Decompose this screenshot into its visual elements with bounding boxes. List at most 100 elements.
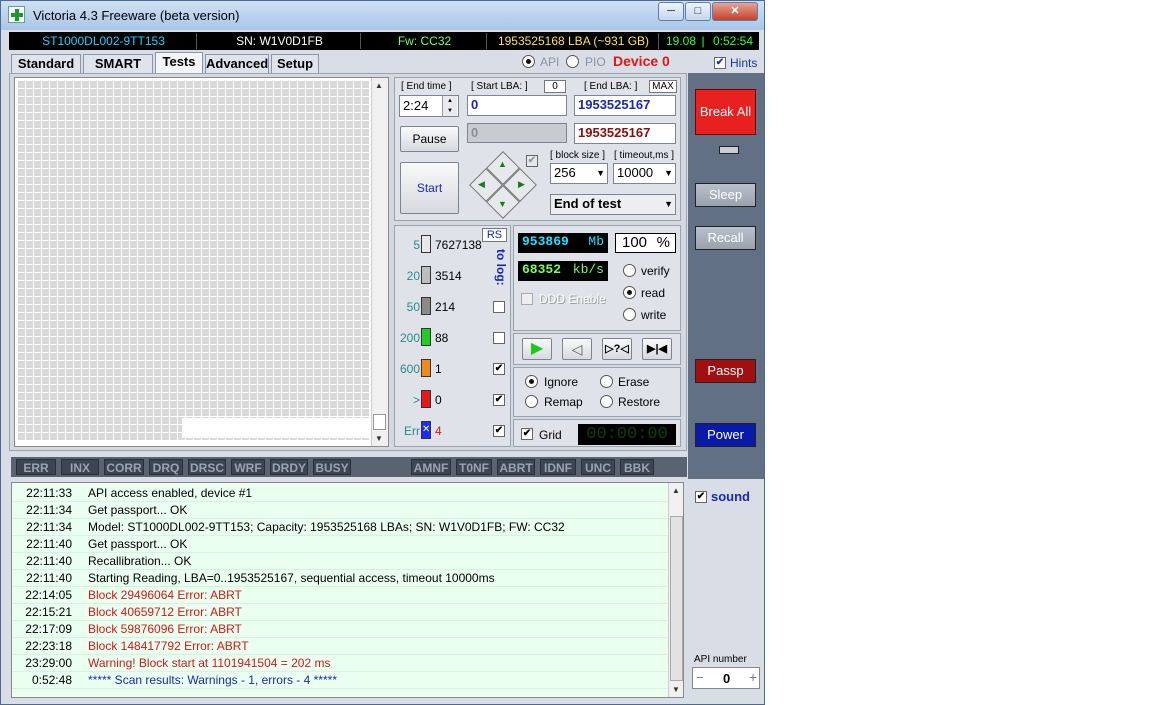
grid-checkbox[interactable]: ✔ bbox=[521, 428, 533, 440]
counter-log-checkbox[interactable]: ✔ bbox=[493, 394, 505, 406]
tab-tests[interactable]: Tests bbox=[155, 52, 203, 73]
log-message: Get passport... OK bbox=[88, 503, 188, 517]
log-time: 23:29:00 bbox=[25, 656, 72, 670]
counter-threshold: 20 bbox=[406, 269, 420, 283]
status-flag-idnf: IDNF bbox=[540, 459, 576, 475]
break-all-button[interactable]: Break All bbox=[695, 89, 756, 135]
counter-log-checkbox[interactable] bbox=[493, 332, 505, 344]
tab-advanced[interactable]: Advanced bbox=[205, 54, 269, 73]
scroll-up-icon[interactable]: ▲ bbox=[375, 81, 383, 90]
restore-radio[interactable] bbox=[600, 395, 613, 408]
status-flag-t0nf: T0NF bbox=[456, 459, 492, 475]
start-lba-field[interactable]: 0 bbox=[467, 95, 567, 116]
butterfly-button[interactable]: ▶|◀ bbox=[642, 338, 672, 360]
timeout-select[interactable]: 10000 ▼ bbox=[613, 163, 676, 184]
minimize-button[interactable]: ─ bbox=[658, 2, 684, 21]
passp-button[interactable]: Passp bbox=[695, 359, 756, 383]
play-forward-button[interactable]: ▶ bbox=[522, 338, 552, 360]
log-scroll-thumb[interactable] bbox=[670, 516, 683, 681]
hints-checkbox[interactable]: ✔ bbox=[714, 57, 726, 69]
tab-standard[interactable]: Standard bbox=[11, 54, 81, 73]
api-radio[interactable] bbox=[522, 55, 535, 68]
counter-log-checkbox[interactable]: ✔ bbox=[493, 425, 505, 437]
window-title: Victoria 4.3 Freeware (beta version) bbox=[33, 8, 240, 23]
remap-radio[interactable] bbox=[525, 395, 538, 408]
close-button[interactable]: ✕ bbox=[712, 2, 758, 21]
log-entry: 22:11:40 Get passport... OK bbox=[12, 536, 668, 553]
play-backward-button[interactable]: ◁ bbox=[562, 338, 592, 360]
log-entry: 22:17:09 Block 59876096 Error: ABRT bbox=[12, 621, 668, 638]
recall-button[interactable]: Recall bbox=[695, 226, 756, 250]
reset-counters-button[interactable]: RS bbox=[482, 228, 507, 242]
plus-icon[interactable]: + bbox=[749, 669, 757, 685]
maximize-button[interactable]: □ bbox=[685, 2, 711, 21]
end-time-spinner[interactable]: ▲ ▼ bbox=[442, 96, 457, 116]
pio-radio[interactable] bbox=[566, 55, 579, 68]
activity-indicator bbox=[719, 146, 739, 154]
action-panel bbox=[513, 367, 681, 417]
surface-map-scrollbar[interactable]: ▲ ▼ bbox=[371, 78, 388, 446]
log-time: 22:14:05 bbox=[25, 588, 72, 602]
end-action-select[interactable]: End of test ▼ bbox=[550, 194, 676, 215]
status-flag-bbk: BBK bbox=[620, 459, 654, 475]
start-lba-zero-button[interactable]: 0 bbox=[544, 80, 566, 93]
log-entry: 22:15:21 Block 40659712 Error: ABRT bbox=[12, 604, 668, 621]
to-log-label: to log: bbox=[494, 249, 508, 286]
end-lba-max-button[interactable]: MAX bbox=[649, 80, 677, 93]
block-size-select[interactable]: 256 ▼ bbox=[550, 163, 608, 184]
current-lba-field: 0 bbox=[467, 123, 567, 143]
arrow-down-icon: ▼ bbox=[498, 199, 507, 209]
ignore-radio[interactable] bbox=[525, 375, 538, 388]
chevron-down-icon: ▼ bbox=[664, 199, 673, 209]
log-message: Block 148417792 Error: ABRT bbox=[88, 639, 249, 653]
minus-icon[interactable]: − bbox=[696, 670, 704, 685]
elapsed-timer: 00:00:00 bbox=[578, 424, 676, 445]
counter-log-checkbox[interactable] bbox=[493, 301, 505, 313]
end-lba-field[interactable]: 1953525167 bbox=[574, 95, 676, 116]
log-time: 0:52:48 bbox=[31, 673, 72, 687]
verify-radio[interactable] bbox=[623, 264, 636, 277]
counter-log-checkbox[interactable]: ✔ bbox=[493, 363, 505, 375]
dpad-checkbox[interactable]: ✔ bbox=[526, 155, 538, 167]
counter-threshold: > bbox=[412, 393, 420, 407]
timeout-value: 10000 bbox=[617, 165, 654, 180]
random-seek-button[interactable]: ▷?◁ bbox=[602, 338, 632, 360]
power-button[interactable]: Power bbox=[695, 423, 756, 447]
log-time: 22:23:18 bbox=[25, 639, 72, 653]
counter-threshold: Err bbox=[404, 424, 420, 438]
api-number-value: 0 bbox=[723, 671, 731, 686]
start-button[interactable]: Start bbox=[400, 162, 459, 214]
sleep-button[interactable]: Sleep bbox=[695, 183, 756, 207]
ddd-checkbox[interactable] bbox=[521, 293, 533, 305]
counter-color-swatch: ✕ bbox=[421, 421, 431, 439]
write-radio[interactable] bbox=[623, 308, 636, 321]
scroll-up-icon[interactable]: ▲ bbox=[672, 486, 680, 495]
log-entry: 23:29:00 Warning! Block start at 11019415… bbox=[12, 655, 668, 672]
counter-threshold: 50 bbox=[406, 300, 420, 314]
speed-unit: kb/s bbox=[572, 262, 604, 277]
progress-percent-unit: % bbox=[656, 234, 670, 251]
log-time: 22:11:33 bbox=[26, 486, 72, 500]
status-flag-busy: BUSY bbox=[313, 459, 351, 475]
scroll-down-icon[interactable]: ▼ bbox=[375, 434, 383, 443]
status-flag-drq: DRQ bbox=[149, 459, 183, 475]
sound-checkbox[interactable]: ✔ bbox=[695, 491, 707, 503]
api-number-stepper[interactable]: − 0 + bbox=[692, 667, 760, 689]
event-log: 22:11:33 API access enabled, device #1 22:… bbox=[11, 482, 684, 698]
log-time: 22:11:34 bbox=[26, 520, 72, 534]
pause-button[interactable]: Pause bbox=[400, 126, 459, 152]
log-time: 22:11:40 bbox=[26, 571, 72, 585]
erase-radio[interactable] bbox=[600, 375, 613, 388]
scroll-thumb[interactable] bbox=[373, 414, 386, 430]
tab-setup[interactable]: Setup bbox=[271, 54, 319, 73]
status-flag-unc: UNC bbox=[581, 459, 615, 475]
counter-color-swatch bbox=[421, 390, 431, 408]
tab-smart[interactable]: SMART bbox=[83, 54, 153, 73]
log-scrollbar[interactable]: ▲ ▼ bbox=[668, 483, 683, 697]
scroll-down-icon[interactable]: ▼ bbox=[672, 685, 680, 694]
read-radio[interactable] bbox=[623, 286, 636, 299]
counter-value: 3514 bbox=[435, 269, 462, 283]
right-control-panel: Break All Sleep Recall Passp Power bbox=[688, 73, 764, 479]
title-bar[interactable]: Victoria 4.3 Freeware (beta version) ─ □… bbox=[1, 1, 764, 30]
log-entry: 22:23:18 Block 148417792 Error: ABRT bbox=[12, 638, 668, 655]
